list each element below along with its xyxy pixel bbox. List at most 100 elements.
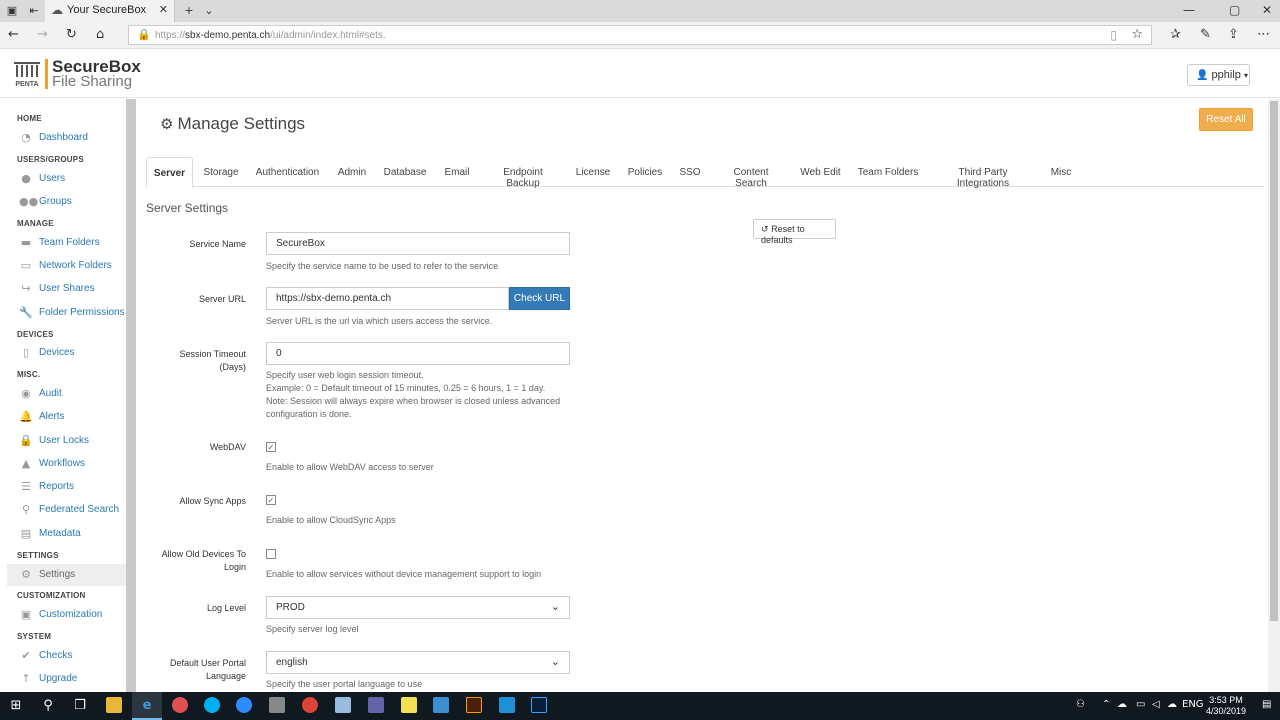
image-icon: ▣ — [20, 608, 32, 621]
input-language[interactable]: ENG — [1182, 699, 1204, 710]
notifications-icon[interactable]: ▤ — [1262, 699, 1271, 710]
share-icon[interactable]: ⇪ — [1228, 27, 1239, 42]
sidebar-item-user-shares[interactable]: ↪ User Shares — [7, 278, 126, 300]
sidebar-item-users[interactable]: ● Users — [7, 168, 126, 190]
photoshop-icon[interactable] — [531, 697, 547, 713]
sidebar-scrollbar[interactable] — [126, 99, 136, 692]
tab-back-icon[interactable]: ⇤ — [26, 3, 42, 19]
sidebar-item-federated-search[interactable]: ⚲ Federated Search — [7, 499, 126, 521]
zoom-icon[interactable] — [236, 697, 252, 713]
app-icon[interactable] — [499, 697, 515, 713]
tab-list-chevron-icon[interactable]: ⌄ — [201, 3, 217, 19]
tab-set-aside-icon[interactable]: ▣ — [4, 3, 20, 19]
favorite-star-icon[interactable]: ☆ — [1131, 27, 1143, 42]
home-icon[interactable]: ⌂ — [96, 27, 104, 42]
more-icon[interactable]: ⋯ — [1257, 27, 1270, 42]
sidebar-heading-settings: SETTINGS — [17, 551, 59, 560]
service-name-input[interactable]: SecureBox — [266, 232, 570, 255]
sidebar-item-team-folders[interactable]: ▬ Team Folders — [7, 232, 126, 254]
server-url-input[interactable]: https://sbx-demo.penta.ch — [266, 287, 509, 310]
browser-tab[interactable]: ☁ Your SecureBox ✕ — [45, 0, 175, 22]
app-icon[interactable] — [433, 697, 449, 713]
sync-apps-checkbox[interactable]: ✓ — [266, 495, 276, 505]
clock[interactable]: 3:53 PM 4/30/2019 — [1203, 695, 1249, 717]
scrollbar-thumb[interactable] — [1270, 101, 1278, 621]
tab-endpoint-backup[interactable]: Endpoint Backup — [486, 157, 560, 189]
portal-language-select[interactable]: english ⌄ — [266, 651, 570, 674]
tab-misc[interactable]: Misc — [1046, 157, 1076, 187]
tab-admin[interactable]: Admin — [334, 157, 370, 187]
sidebar-item-label: Team Folders — [39, 237, 100, 248]
task-view-icon[interactable]: ❐ — [72, 698, 88, 714]
sidebar-item-devices[interactable]: ▯ Devices — [7, 342, 126, 364]
cloud-icon[interactable]: ☁ — [1117, 699, 1127, 710]
sidebar-item-metadata[interactable]: ▤ Metadata — [7, 523, 126, 545]
tab-storage[interactable]: Storage — [201, 157, 241, 187]
tab-database[interactable]: Database — [383, 157, 427, 187]
illustrator-icon[interactable] — [466, 697, 482, 713]
tab-team-folders[interactable]: Team Folders — [856, 157, 920, 187]
sidebar-item-checks[interactable]: ✔ Checks — [7, 645, 126, 667]
app-icon[interactable] — [335, 697, 351, 713]
close-window-icon[interactable]: ✕ — [1262, 3, 1272, 17]
check-url-button[interactable]: Check URL — [509, 287, 570, 310]
people-icon[interactable]: ⚇ — [1076, 699, 1085, 710]
favorites-icon[interactable]: ✰ — [1170, 27, 1181, 42]
url-field[interactable]: 🔒 https://sbx-demo.penta.ch/ui/admin/ind… — [128, 25, 1152, 45]
tab-sso[interactable]: SSO — [676, 157, 704, 187]
webdav-checkbox[interactable]: ✓ — [266, 442, 276, 452]
user-menu-button[interactable]: 👤 pphilp ▾ — [1187, 64, 1250, 86]
tray-chevron-icon[interactable]: ⌃ — [1102, 699, 1110, 710]
log-level-select[interactable]: PROD ⌄ — [266, 596, 570, 619]
sidebar-item-label: Customization — [39, 609, 103, 620]
windows-start-icon[interactable]: ⊞ — [8, 698, 24, 714]
back-icon[interactable]: ← — [8, 27, 19, 42]
sidebar-item-groups[interactable]: ●● Groups — [7, 191, 126, 213]
app-icon[interactable] — [172, 697, 188, 713]
sidebar-item-customization[interactable]: ▣ Customization — [7, 604, 126, 626]
onedrive-icon[interactable]: ☁ — [1167, 699, 1177, 710]
tab-license[interactable]: License — [573, 157, 613, 187]
reset-to-defaults-button[interactable]: ↺ Reset to defaults — [753, 219, 836, 245]
sidebar-item-network-folders[interactable]: ▭ Network Folders — [7, 255, 126, 277]
main-scrollbar[interactable] — [1268, 99, 1280, 692]
sidebar-item-workflows[interactable]: ▲ Workflows — [7, 453, 126, 475]
reset-all-button[interactable]: Reset All — [1199, 108, 1253, 131]
old-devices-checkbox[interactable] — [266, 549, 276, 559]
tab-content-search[interactable]: Content Search — [717, 157, 785, 189]
calculator-icon[interactable] — [269, 697, 285, 713]
sidebar-item-audit[interactable]: ◉ Audit — [7, 383, 126, 405]
pen-icon[interactable]: ✎ — [1200, 27, 1211, 42]
battery-icon[interactable]: ▭ — [1136, 699, 1145, 710]
chrome-icon[interactable] — [302, 697, 318, 713]
session-timeout-input[interactable]: 0 — [266, 342, 570, 365]
tab-authentication[interactable]: Authentication — [254, 157, 321, 187]
sidebar-item-folder-permissions[interactable]: 🔧 Folder Permissions — [7, 302, 126, 324]
tab-policies[interactable]: Policies — [626, 157, 664, 187]
volume-icon[interactable]: ◁ — [1152, 699, 1160, 710]
file-explorer-icon[interactable] — [106, 697, 122, 713]
new-tab-icon[interactable]: + — [181, 3, 197, 19]
sidebar-item-upgrade[interactable]: ↑ Upgrade — [7, 668, 126, 690]
tab-web-edit[interactable]: Web Edit — [798, 157, 843, 187]
forward-icon[interactable]: → — [37, 27, 48, 42]
sidebar-item-user-locks[interactable]: 🔒 User Locks — [7, 430, 126, 452]
search-icon[interactable]: ⚲ — [40, 698, 56, 714]
skype-icon[interactable] — [204, 697, 220, 713]
sidebar-item-reports[interactable]: ☰ Reports — [7, 476, 126, 498]
teams-icon[interactable] — [368, 697, 384, 713]
edge-browser-icon[interactable]: e — [139, 698, 155, 714]
tab-email[interactable]: Email — [441, 157, 473, 187]
close-tab-icon[interactable]: ✕ — [159, 3, 168, 16]
tab-third-party-integrations[interactable]: Third Party Integrations — [933, 157, 1033, 189]
tab-server[interactable]: Server — [146, 157, 193, 188]
refresh-icon[interactable]: ↻ — [66, 27, 77, 42]
old-devices-label: Allow Old Devices To Login — [136, 548, 246, 574]
reading-view-icon[interactable]: ▯ — [1110, 28, 1117, 42]
sidebar-item-alerts[interactable]: 🔔 Alerts — [7, 406, 126, 428]
sidebar-item-settings[interactable]: ⚙ Settings — [7, 564, 126, 586]
sidebar-item-dashboard[interactable]: ◔ Dashboard — [7, 127, 126, 149]
maximize-icon[interactable]: ▢ — [1229, 3, 1240, 17]
minimize-icon[interactable]: — — [1183, 3, 1195, 17]
sticky-notes-icon[interactable] — [401, 697, 417, 713]
